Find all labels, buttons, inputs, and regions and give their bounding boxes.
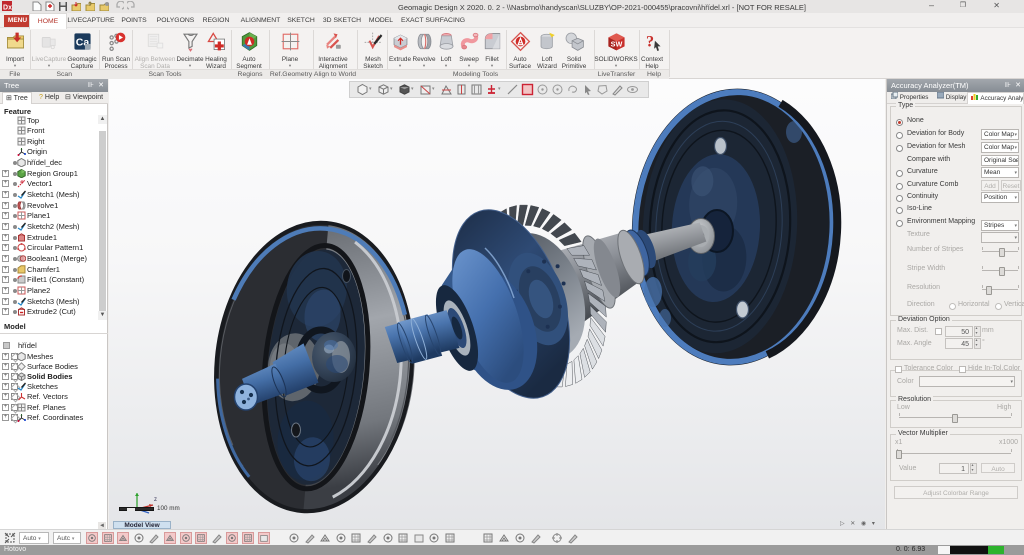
svg-text:?: ? xyxy=(646,33,654,50)
svg-text:SW: SW xyxy=(610,39,622,48)
svg-text:z: z xyxy=(154,497,157,503)
svg-text:Dx: Dx xyxy=(3,5,12,12)
